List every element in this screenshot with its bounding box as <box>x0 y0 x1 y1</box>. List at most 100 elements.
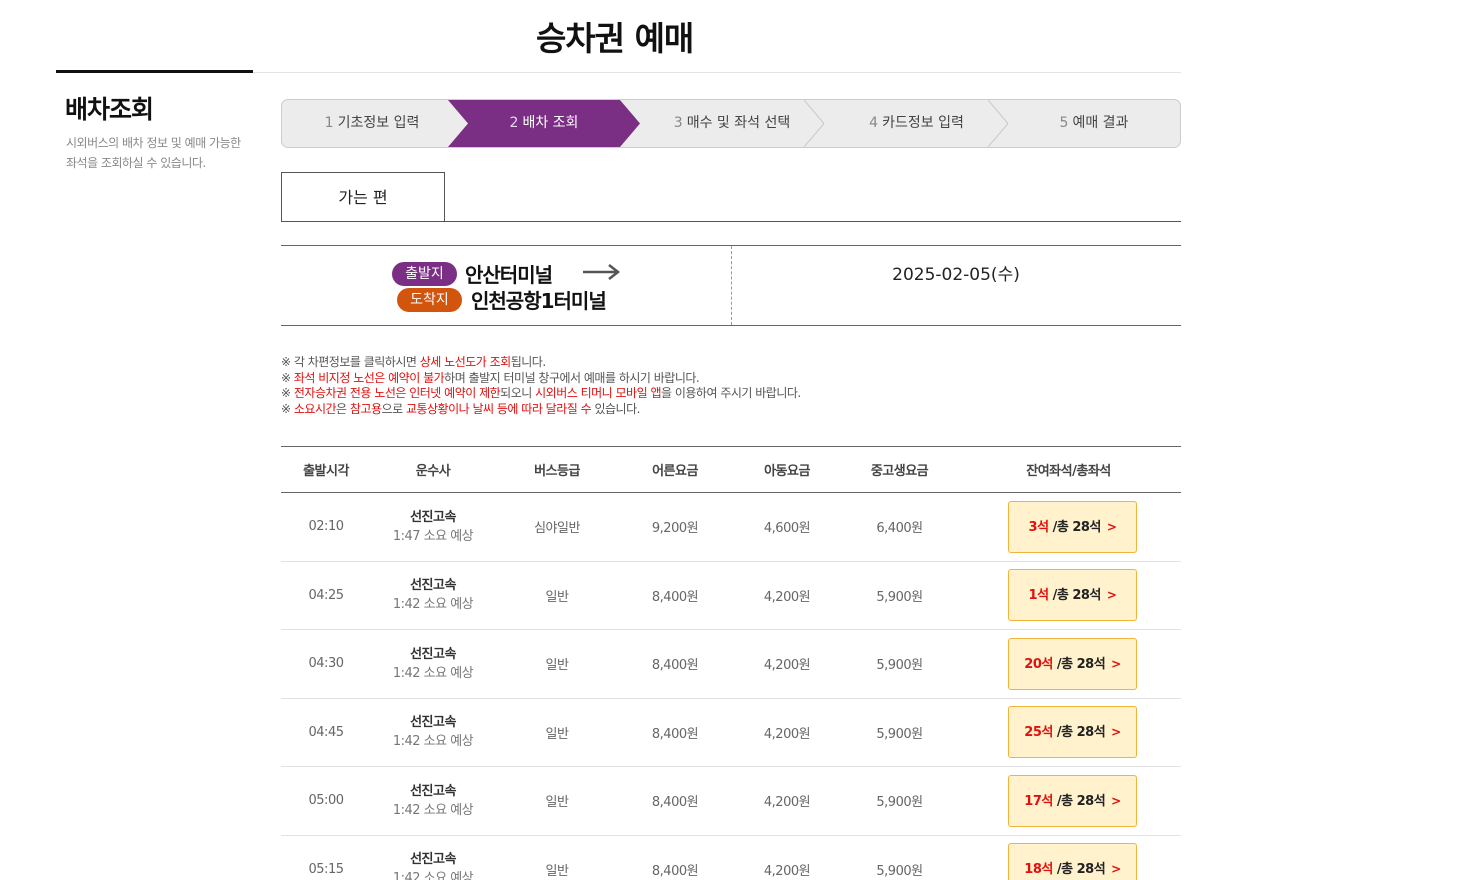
departure-time: 04:30 <box>281 629 371 699</box>
departure-time: 05:00 <box>281 766 371 836</box>
duration: 1:42 소요 예상 <box>392 802 474 818</box>
header-company: 운수사 <box>371 446 495 493</box>
adult-fare: 8,400원 <box>619 766 731 836</box>
duration: 1:47 소요 예상 <box>392 528 474 544</box>
company-name: 선진고속 <box>410 578 456 594</box>
seat-select-button[interactable]: 17석 /총 28석 > <box>1008 774 1137 827</box>
chevron-right-icon: > <box>1111 725 1121 740</box>
header-seats: 잔여좌석/총좌석 <box>956 446 1181 493</box>
schedule-table: 출발시각 운수사 버스등급 어른요금 아동요금 중고생요금 잔여좌석/총좌석 0… <box>281 446 1181 880</box>
adult-fare: 8,400원 <box>619 698 731 767</box>
adult-fare: 8,400원 <box>619 629 731 699</box>
departure-terminal: 안산터미널 <box>465 263 553 287</box>
arrival-badge: 도착지 <box>397 288 462 312</box>
arrival-terminal: 인천공항1터미널 <box>471 289 607 313</box>
table-row[interactable]: 04:45 선진고속 1:42 소요 예상 일반 8,400원 4,200원 5,… <box>281 698 1181 767</box>
step-4: 4 카드정보 입력 <box>869 115 964 131</box>
child-fare: 4,200원 <box>731 835 843 880</box>
child-fare: 4,200원 <box>731 629 843 699</box>
adult-fare: 8,400원 <box>619 561 731 630</box>
departure-time: 05:15 <box>281 835 371 880</box>
bus-grade: 일반 <box>495 629 619 699</box>
step-1: 1 기초정보 입력 <box>324 115 420 131</box>
duration: 1:42 소요 예상 <box>392 665 474 681</box>
departure-badge: 출발지 <box>392 262 457 286</box>
step-label: 카드정보 입력 <box>882 115 964 131</box>
table-header-row: 출발시각 운수사 버스등급 어른요금 아동요금 중고생요금 잔여좌석/총좌석 <box>281 446 1181 493</box>
step-label: 매수 및 좌석 선택 <box>686 115 791 131</box>
teen-fare: 5,900원 <box>843 766 956 836</box>
notice-item: ※ 각 차편정보를 클릭하시면 상세 노선도가 조회됩니다. <box>281 355 546 369</box>
step-3: 3 매수 및 좌석 선택 <box>673 115 791 131</box>
bus-grade: 일반 <box>495 835 619 880</box>
route-divider <box>731 246 732 325</box>
seat-select-button[interactable]: 25석 /총 28석 > <box>1008 706 1137 759</box>
duration: 1:42 소요 예상 <box>392 871 474 880</box>
header-child-fare: 아동요금 <box>731 446 843 493</box>
company-name: 선진고속 <box>410 852 456 868</box>
company-name: 선진고속 <box>410 646 456 662</box>
notice-item: ※ 전자승차권 전용 노선은 인터넷 예약이 제한되오니 시외버스 티머니 모바… <box>281 386 801 401</box>
table-row[interactable]: 05:15 선진고속 1:42 소요 예상 일반 8,400원 4,200원 5,… <box>281 835 1181 880</box>
bus-grade: 심야일반 <box>495 492 619 562</box>
tab-divider <box>281 221 1181 222</box>
chevron-right-icon: > <box>1106 519 1117 534</box>
bus-grade: 일반 <box>495 766 619 836</box>
notice-item: ※ 소요시간은 참고용으로 교통상황이나 날씨 등에 따라 달라질 수 있습니다… <box>281 402 640 417</box>
chevron-right-icon: > <box>1111 862 1121 877</box>
chevron-right-icon: > <box>1111 656 1121 671</box>
teen-fare: 6,400원 <box>843 492 956 562</box>
step-separator-icon <box>988 100 1008 147</box>
child-fare: 4,600원 <box>731 492 843 562</box>
company-name: 선진고속 <box>410 715 456 731</box>
departure-time: 04:25 <box>281 561 371 630</box>
step-label: 예매 결과 <box>1072 115 1129 131</box>
step-5: 5 예매 결과 <box>1059 115 1129 131</box>
seat-select-button[interactable]: 20석 /총 28석 > <box>1008 637 1137 690</box>
departure-date: 2025-02-05(수) <box>892 265 1020 285</box>
step-separator-icon <box>804 100 824 147</box>
step-label: 기초정보 입력 <box>337 115 420 131</box>
notice-item: ※ 좌석 비지정 노선은 예약이 불가하며 출발지 터미널 창구에서 예매를 하… <box>281 370 700 385</box>
adult-fare: 8,400원 <box>619 835 731 880</box>
page-title: 승차권 예매 <box>536 19 694 58</box>
chevron-right-icon: > <box>1106 588 1117 603</box>
step-2: 2 배차 조회 <box>509 115 579 131</box>
bus-grade: 일반 <box>495 698 619 767</box>
company-name: 선진고속 <box>410 509 456 525</box>
seat-select-button[interactable]: 3석 /총 28석 > <box>1008 500 1137 553</box>
child-fare: 4,200원 <box>731 766 843 836</box>
table-row[interactable]: 02:10 선진고속 1:47 소요 예상 심야일반 9,200원 4,600원 … <box>281 492 1181 562</box>
table-row[interactable]: 05:00 선진고속 1:42 소요 예상 일반 8,400원 4,200원 5,… <box>281 766 1181 836</box>
sidebar-title: 배차조회 <box>65 95 154 124</box>
adult-fare: 9,200원 <box>619 492 731 562</box>
departure-time: 02:10 <box>281 492 371 562</box>
table-row[interactable]: 04:25 선진고속 1:42 소요 예상 일반 8,400원 4,200원 5,… <box>281 561 1181 630</box>
child-fare: 4,200원 <box>731 698 843 767</box>
header-teen-fare: 중고생요금 <box>843 446 956 493</box>
teen-fare: 5,900원 <box>843 698 956 767</box>
sidebar-description: 시외버스의 배차 정보 및 예매 가능한 좌석을 조회하실 수 있습니다. <box>66 136 241 170</box>
departure-time: 04:45 <box>281 698 371 767</box>
route-summary: 출발지 안산터미널 도착지 인천공항1터미널 2025-02-05(수) <box>281 245 1181 326</box>
seat-select-button[interactable]: 18석 /총 28석 > <box>1008 843 1137 880</box>
sidebar-accent-bar <box>56 70 253 73</box>
seat-select-button[interactable]: 1석 /총 28석 > <box>1008 569 1137 622</box>
step-progress: 1 기초정보 입력 2 배차 조회 3 매수 및 좌석 선택 4 카드정보 입력 5 예매… <box>281 99 1181 148</box>
header-adult-fare: 어른요금 <box>619 446 731 493</box>
duration: 1:42 소요 예상 <box>392 597 474 613</box>
step-label: 배차 조회 <box>522 115 579 131</box>
table-row[interactable]: 04:30 선진고속 1:42 소요 예상 일반 8,400원 4,200원 5,… <box>281 629 1181 699</box>
bus-grade: 일반 <box>495 561 619 630</box>
chevron-right-icon: > <box>1111 793 1121 808</box>
teen-fare: 5,900원 <box>843 835 956 880</box>
teen-fare: 5,900원 <box>843 561 956 630</box>
notice-list: ※ 각 차편정보를 클릭하시면 상세 노선도가 조회됩니다. ※ 좌석 비지정 … <box>281 355 801 418</box>
tab-outbound[interactable]: 가는 편 <box>281 172 445 222</box>
company-name: 선진고속 <box>410 783 456 799</box>
header-departure-time: 출발시각 <box>281 446 371 493</box>
child-fare: 4,200원 <box>731 561 843 630</box>
header-bus-grade: 버스등급 <box>495 446 619 493</box>
teen-fare: 5,900원 <box>843 629 956 699</box>
duration: 1:42 소요 예상 <box>392 734 474 750</box>
